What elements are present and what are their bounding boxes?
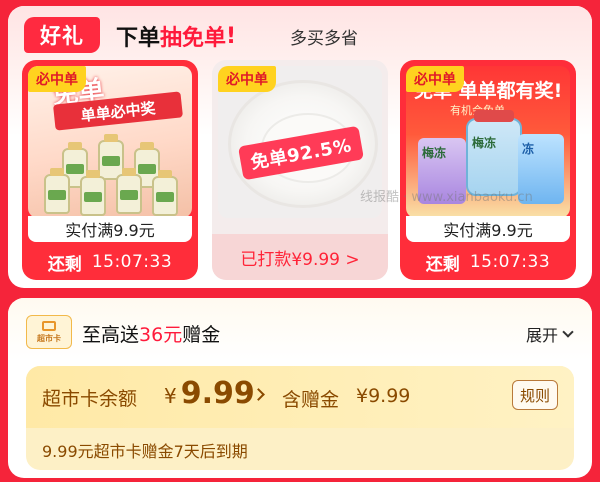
expand-label: 展开 [525,326,558,345]
bottle-image [116,168,142,214]
promo-title: 下单 抽免单 ! [116,20,236,52]
paid-status-button[interactable]: 已打款¥9.99 > [212,234,388,280]
product-card-2[interactable]: 免单92.5% 必中单 已打款¥9.99 > [212,60,388,280]
countdown: 还剩 15:07:33 [22,244,198,280]
candy-jar-label: 梅冻 [472,136,497,150]
balance-amount: ¥ 9.99 [164,376,255,411]
countdown-time: 15:07:33 [91,252,173,272]
product-pay-condition: 实付满9.9元 [28,216,192,242]
free-order-promo-card: 好礼 下单 抽免单 ! 多买多省 免单 单单必中奖 必中单 实付满9.9元 还剩… [8,6,592,288]
chevron-down-icon [562,326,574,338]
balance-currency: ¥ [164,384,177,408]
supermarket-card-panel: 超市卡 至高送36元赠金 展开 超市卡余额 ¥ 9.99 含赠金 ¥9.99 规… [8,298,592,478]
gift-title: 至高送36元赠金 [82,320,220,347]
rules-button[interactable]: 规则 [512,380,558,410]
gift-included-value: ¥9.99 [356,385,411,407]
promo-subtitle: 多买多省 [290,29,358,49]
bottle-image [44,168,70,214]
countdown: 还剩 15:07:33 [400,244,576,280]
must-win-tag: 必中单 [218,66,276,92]
must-win-tag: 必中单 [28,66,86,92]
countdown-label: 还剩 [425,254,460,275]
bottle-image [80,170,106,216]
product-card-1[interactable]: 免单 单单必中奖 必中单 实付满9.9元 还剩 15:07:33 [22,60,198,280]
promo-title-prefix: 下单 [116,26,161,51]
good-gift-badge: 好礼 [24,17,100,53]
bottle-image [152,170,178,216]
product-card-3[interactable]: 免单 单单都有奖! 有机会免单 梅冻 梅冻 冻 必中单 实付满9.9元 还剩 1… [400,60,576,280]
candy-bag-label: 梅冻 [422,146,447,160]
expand-button[interactable]: 展开 [525,322,574,346]
gift-title-amount: 36元 [139,324,183,346]
balance-value: 9.99 [180,376,255,411]
watermark: 线报酷 · www.xianbaoku.cn [360,190,533,205]
balance-label: 超市卡余额 [42,388,138,410]
gift-included-label: 含赠金 [282,389,340,411]
card-mark-icon [42,320,56,331]
balance-box: 超市卡余额 ¥ 9.99 含赠金 ¥9.99 规则 9.99元超市卡赠金7天后到… [26,366,574,470]
product-pay-condition: 实付满9.9元 [406,216,570,242]
promo-title-mark: ! [226,23,237,49]
countdown-label: 还剩 [47,254,82,275]
must-win-tag: 必中单 [406,66,464,92]
candy-jar-image: 梅冻 [466,110,522,196]
gift-expiry-notice: 9.99元超市卡赠金7天后到期 [42,442,248,461]
gift-title-prefix: 至高送 [82,324,140,346]
supermarket-card-icon: 超市卡 [26,315,72,349]
promo-header: 好礼 下单 抽免单 ! 多买多省 [8,6,592,60]
supermarket-card-icon-label: 超市卡 [37,333,61,343]
balance-row[interactable]: 超市卡余额 ¥ 9.99 含赠金 ¥9.99 规则 [26,366,574,428]
candy-bag-label: 冻 [522,142,535,156]
promo-title-highlight: 抽免单 [160,26,227,51]
countdown-time: 15:07:33 [469,252,551,272]
gift-title-suffix: 赠金 [182,324,221,346]
